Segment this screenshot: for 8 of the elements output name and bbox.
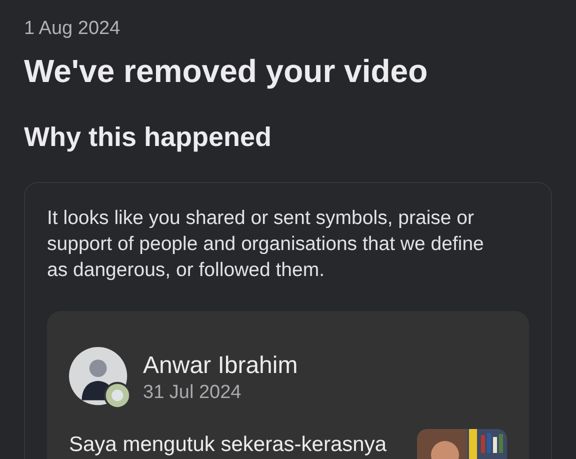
notice-title: We've removed your video xyxy=(24,52,429,90)
explanation-text: It looks like you shared or sent symbols, praise or support of people and organisations that we define as dangerous, or followed them. xyxy=(47,206,485,283)
post-date: 31 Jul 2024 xyxy=(143,381,242,405)
notice-date: 1 Aug 2024 xyxy=(24,18,122,40)
author-name: Anwar Ibrahim xyxy=(143,351,298,381)
section-heading: Why this happened xyxy=(24,121,273,154)
avatar-icon xyxy=(69,347,131,409)
post-text: Saya mengutuk sekeras-kerasnya xyxy=(69,432,386,457)
